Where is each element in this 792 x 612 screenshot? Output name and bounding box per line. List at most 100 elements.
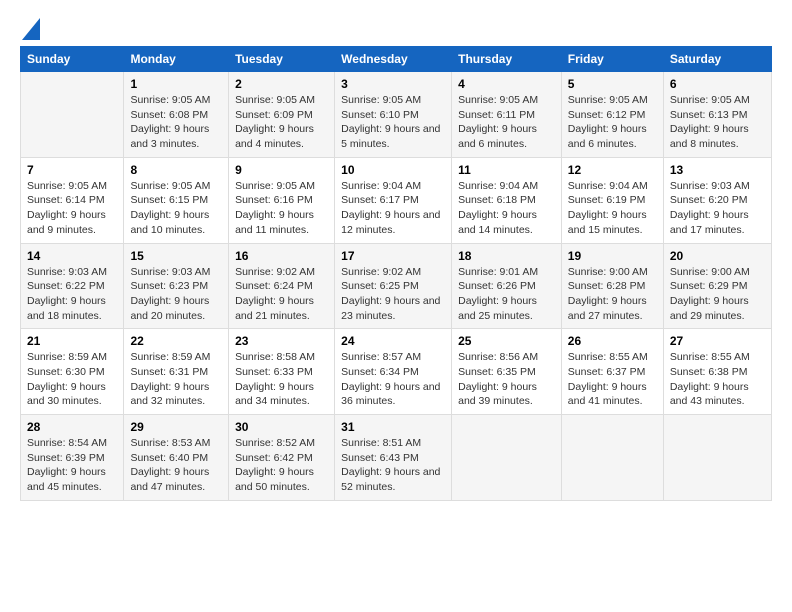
calendar-cell: 1 Sunrise: 9:05 AMSunset: 6:08 PMDaylight… [124, 72, 229, 158]
calendar-cell: 16 Sunrise: 9:02 AMSunset: 6:24 PMDayligh… [229, 243, 335, 329]
day-detail: Sunrise: 9:05 AMSunset: 6:08 PMDaylight:… [130, 93, 222, 152]
day-detail: Sunrise: 9:05 AMSunset: 6:14 PMDaylight:… [27, 179, 117, 238]
calendar-cell: 27 Sunrise: 8:55 AMSunset: 6:38 PMDayligh… [663, 329, 771, 415]
day-detail: Sunrise: 9:05 AMSunset: 6:15 PMDaylight:… [130, 179, 222, 238]
calendar-cell [663, 415, 771, 501]
calendar-cell [21, 72, 124, 158]
calendar-cell: 26Sunrise: 8:55 AMSunset: 6:37 PMDayligh… [561, 329, 663, 415]
day-detail: Sunrise: 8:51 AMSunset: 6:43 PMDaylight:… [341, 436, 445, 495]
day-detail: Sunrise: 8:54 AMSunset: 6:39 PMDaylight:… [27, 436, 117, 495]
day-detail: Sunrise: 8:55 AMSunset: 6:37 PMDaylight:… [568, 350, 657, 409]
calendar-cell: 20 Sunrise: 9:00 AMSunset: 6:29 PMDayligh… [663, 243, 771, 329]
day-detail: Sunrise: 9:05 AMSunset: 6:09 PMDaylight:… [235, 93, 328, 152]
calendar-cell: 12 Sunrise: 9:04 AMSunset: 6:19 PMDayligh… [561, 157, 663, 243]
calendar-cell: 5 Sunrise: 9:05 AMSunset: 6:12 PMDaylight… [561, 72, 663, 158]
day-number: 18 [458, 249, 555, 263]
day-detail: Sunrise: 8:52 AMSunset: 6:42 PMDaylight:… [235, 436, 328, 495]
day-detail: Sunrise: 9:05 AMSunset: 6:16 PMDaylight:… [235, 179, 328, 238]
page-container: SundayMondayTuesdayWednesdayThursdayFrid… [0, 0, 792, 513]
day-detail: Sunrise: 9:05 AMSunset: 6:11 PMDaylight:… [458, 93, 555, 152]
day-number: 10 [341, 163, 445, 177]
day-number: 24 [341, 334, 445, 348]
day-detail: Sunrise: 9:01 AMSunset: 6:26 PMDaylight:… [458, 265, 555, 324]
calendar-cell: 18 Sunrise: 9:01 AMSunset: 6:26 PMDayligh… [452, 243, 562, 329]
day-detail: Sunrise: 8:55 AMSunset: 6:38 PMDaylight:… [670, 350, 765, 409]
day-number: 1 [130, 77, 222, 91]
day-detail: Sunrise: 9:02 AMSunset: 6:24 PMDaylight:… [235, 265, 328, 324]
week-row-3: 21 Sunrise: 8:59 AMSunset: 6:30 PMDayligh… [21, 329, 772, 415]
day-detail: Sunrise: 9:00 AMSunset: 6:29 PMDaylight:… [670, 265, 765, 324]
header [20, 18, 772, 36]
day-number: 16 [235, 249, 328, 263]
day-detail: Sunrise: 8:59 AMSunset: 6:31 PMDaylight:… [130, 350, 222, 409]
week-row-0: 1 Sunrise: 9:05 AMSunset: 6:08 PMDaylight… [21, 72, 772, 158]
day-number: 17 [341, 249, 445, 263]
day-detail: Sunrise: 8:53 AMSunset: 6:40 PMDaylight:… [130, 436, 222, 495]
header-sunday: Sunday [21, 47, 124, 72]
day-detail: Sunrise: 9:05 AMSunset: 6:10 PMDaylight:… [341, 93, 445, 152]
calendar-cell: 6Sunrise: 9:05 AMSunset: 6:13 PMDaylight… [663, 72, 771, 158]
header-tuesday: Tuesday [229, 47, 335, 72]
day-number: 20 [670, 249, 765, 263]
day-detail: Sunrise: 9:04 AMSunset: 6:17 PMDaylight:… [341, 179, 445, 238]
day-detail: Sunrise: 9:03 AMSunset: 6:23 PMDaylight:… [130, 265, 222, 324]
day-number: 15 [130, 249, 222, 263]
header-wednesday: Wednesday [335, 47, 452, 72]
day-detail: Sunrise: 8:59 AMSunset: 6:30 PMDaylight:… [27, 350, 117, 409]
calendar-cell: 11 Sunrise: 9:04 AMSunset: 6:18 PMDayligh… [452, 157, 562, 243]
calendar-cell: 28 Sunrise: 8:54 AMSunset: 6:39 PMDayligh… [21, 415, 124, 501]
day-number: 22 [130, 334, 222, 348]
day-number: 23 [235, 334, 328, 348]
day-number: 7 [27, 163, 117, 177]
calendar-cell [452, 415, 562, 501]
day-detail: Sunrise: 9:04 AMSunset: 6:19 PMDaylight:… [568, 179, 657, 238]
header-thursday: Thursday [452, 47, 562, 72]
day-number: 31 [341, 420, 445, 434]
calendar-cell: 21 Sunrise: 8:59 AMSunset: 6:30 PMDayligh… [21, 329, 124, 415]
day-number: 21 [27, 334, 117, 348]
calendar-cell: 13Sunrise: 9:03 AMSunset: 6:20 PMDayligh… [663, 157, 771, 243]
logo [20, 18, 40, 36]
calendar-cell: 15 Sunrise: 9:03 AMSunset: 6:23 PMDayligh… [124, 243, 229, 329]
calendar-cell: 29 Sunrise: 8:53 AMSunset: 6:40 PMDayligh… [124, 415, 229, 501]
day-detail: Sunrise: 9:05 AMSunset: 6:12 PMDaylight:… [568, 93, 657, 152]
day-number: 9 [235, 163, 328, 177]
calendar-cell: 4 Sunrise: 9:05 AMSunset: 6:11 PMDaylight… [452, 72, 562, 158]
calendar-cell: 23 Sunrise: 8:58 AMSunset: 6:33 PMDayligh… [229, 329, 335, 415]
day-detail: Sunrise: 8:58 AMSunset: 6:33 PMDaylight:… [235, 350, 328, 409]
day-number: 5 [568, 77, 657, 91]
day-number: 2 [235, 77, 328, 91]
week-row-4: 28 Sunrise: 8:54 AMSunset: 6:39 PMDayligh… [21, 415, 772, 501]
day-number: 3 [341, 77, 445, 91]
calendar-cell: 3 Sunrise: 9:05 AMSunset: 6:10 PMDaylight… [335, 72, 452, 158]
calendar-cell: 17Sunrise: 9:02 AMSunset: 6:25 PMDayligh… [335, 243, 452, 329]
day-number: 8 [130, 163, 222, 177]
day-detail: Sunrise: 9:05 AMSunset: 6:13 PMDaylight:… [670, 93, 765, 152]
day-detail: Sunrise: 9:00 AMSunset: 6:28 PMDaylight:… [568, 265, 657, 324]
calendar-cell: 30Sunrise: 8:52 AMSunset: 6:42 PMDayligh… [229, 415, 335, 501]
calendar-cell: 14Sunrise: 9:03 AMSunset: 6:22 PMDayligh… [21, 243, 124, 329]
calendar-cell: 7 Sunrise: 9:05 AMSunset: 6:14 PMDaylight… [21, 157, 124, 243]
week-row-1: 7 Sunrise: 9:05 AMSunset: 6:14 PMDaylight… [21, 157, 772, 243]
logo-icon [22, 18, 40, 40]
day-number: 4 [458, 77, 555, 91]
calendar-table: SundayMondayTuesdayWednesdayThursdayFrid… [20, 46, 772, 501]
calendar-cell: 24 Sunrise: 8:57 AMSunset: 6:34 PMDayligh… [335, 329, 452, 415]
day-number: 12 [568, 163, 657, 177]
day-detail: Sunrise: 9:03 AMSunset: 6:22 PMDaylight:… [27, 265, 117, 324]
calendar-cell [561, 415, 663, 501]
calendar-cell: 31 Sunrise: 8:51 AMSunset: 6:43 PMDayligh… [335, 415, 452, 501]
calendar-cell: 8 Sunrise: 9:05 AMSunset: 6:15 PMDaylight… [124, 157, 229, 243]
day-number: 29 [130, 420, 222, 434]
calendar-cell: 10 Sunrise: 9:04 AMSunset: 6:17 PMDayligh… [335, 157, 452, 243]
day-detail: Sunrise: 8:56 AMSunset: 6:35 PMDaylight:… [458, 350, 555, 409]
day-number: 28 [27, 420, 117, 434]
day-number: 11 [458, 163, 555, 177]
day-number: 13 [670, 163, 765, 177]
day-detail: Sunrise: 9:04 AMSunset: 6:18 PMDaylight:… [458, 179, 555, 238]
calendar-header-row: SundayMondayTuesdayWednesdayThursdayFrid… [21, 47, 772, 72]
header-saturday: Saturday [663, 47, 771, 72]
day-number: 19 [568, 249, 657, 263]
day-number: 27 [670, 334, 765, 348]
day-detail: Sunrise: 8:57 AMSunset: 6:34 PMDaylight:… [341, 350, 445, 409]
